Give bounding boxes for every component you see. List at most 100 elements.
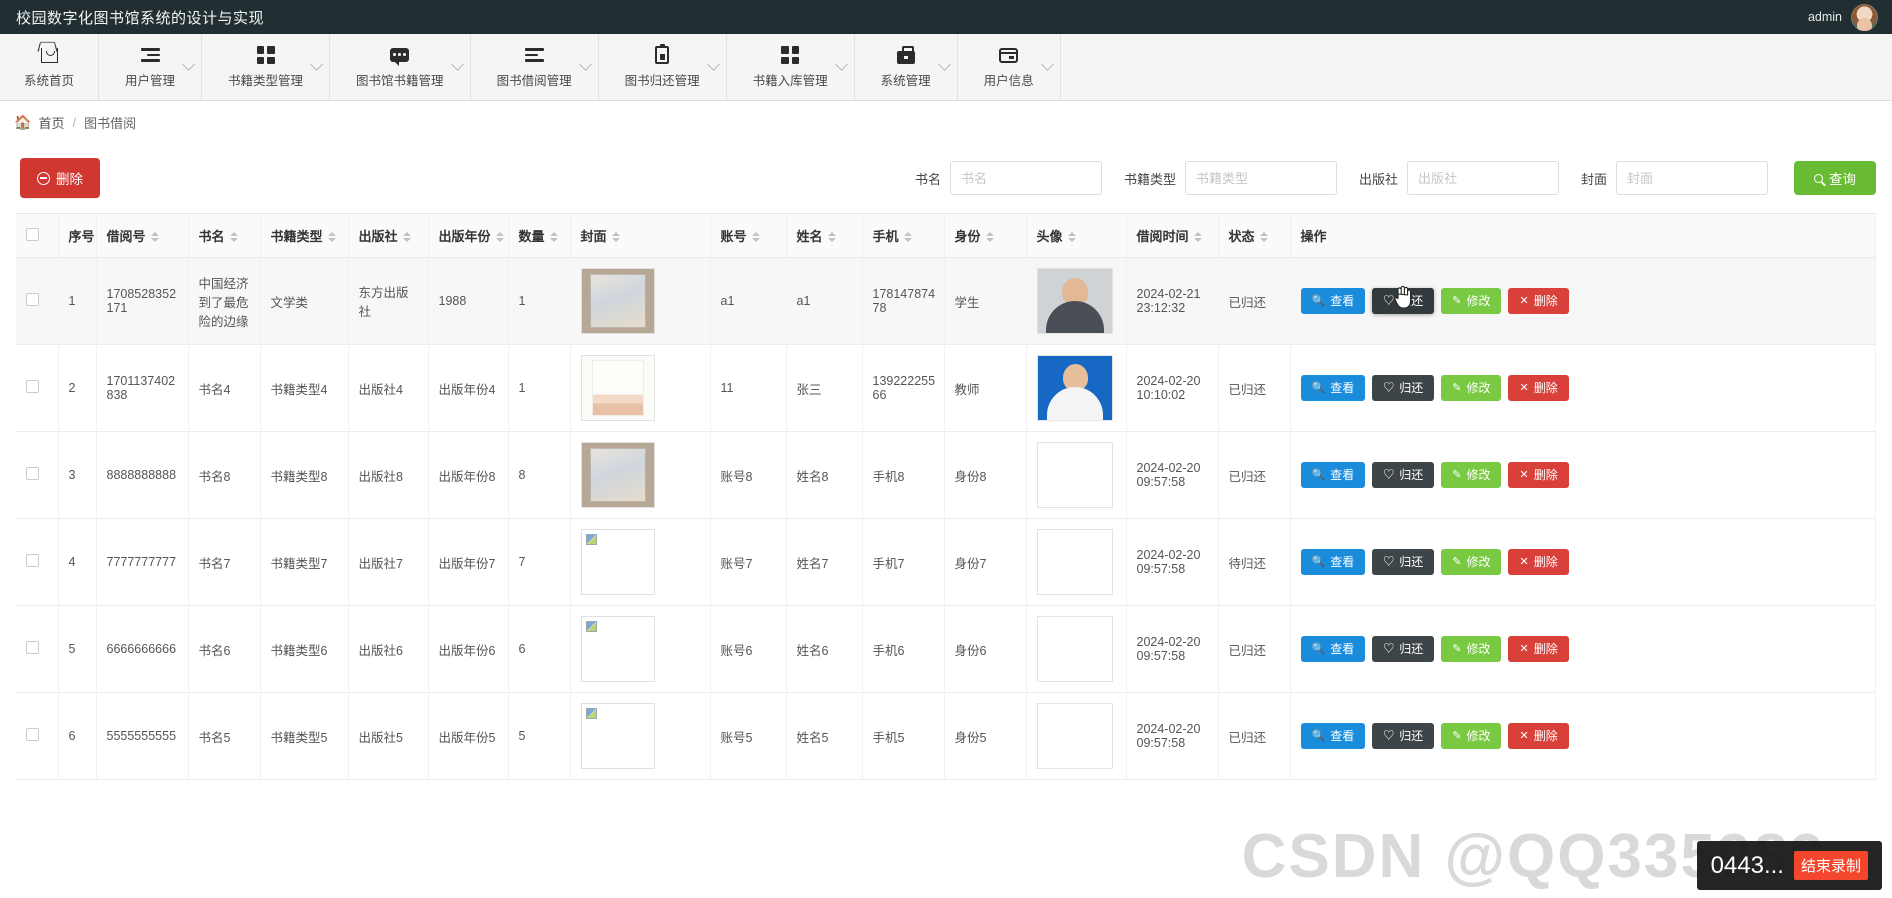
breadcrumb-home[interactable]: 首页: [38, 113, 64, 132]
bulk-delete-button[interactable]: 删除: [20, 158, 100, 198]
sort-icon[interactable]: [549, 231, 558, 242]
return-button[interactable]: ♡ 归还: [1372, 636, 1435, 662]
view-button[interactable]: 🔍 查看: [1300, 462, 1366, 488]
row-checkbox[interactable]: [26, 728, 39, 741]
edit-button[interactable]: ✎ 修改: [1441, 462, 1502, 488]
th-name[interactable]: 姓名: [786, 213, 863, 258]
cell-text: 2024-02-20 09:57:58: [1136, 461, 1201, 489]
sort-icon[interactable]: [1193, 231, 1202, 242]
book-cover-image[interactable]: [580, 703, 655, 769]
th-account[interactable]: 账号: [710, 213, 787, 258]
sort-icon[interactable]: [985, 231, 994, 242]
th-identity[interactable]: 身份: [944, 213, 1027, 258]
view-button[interactable]: 🔍 查看: [1300, 636, 1366, 662]
th-book-type[interactable]: 书籍类型: [260, 213, 349, 258]
search-label-cover: 封面: [1580, 171, 1607, 187]
view-button[interactable]: 🔍 查看: [1300, 375, 1366, 401]
delete-button[interactable]: ✕ 删除: [1508, 723, 1569, 749]
sort-icon[interactable]: [827, 231, 836, 242]
nav-item-library-book-management[interactable]: 图书馆书籍管理: [330, 34, 471, 100]
row-checkbox[interactable]: [26, 467, 39, 480]
book-cover-image[interactable]: [580, 529, 655, 595]
row-checkbox[interactable]: [26, 641, 39, 654]
return-button[interactable]: ♡ 归还: [1372, 288, 1435, 314]
nav-item-borrow-management[interactable]: 图书借阅管理: [471, 34, 599, 100]
cell-text: 2: [68, 381, 76, 395]
book-cover-image[interactable]: [580, 355, 655, 421]
delete-button[interactable]: ✕ 删除: [1508, 462, 1569, 488]
user-menu[interactable]: admin: [1808, 3, 1878, 31]
edit-button[interactable]: ✎ 修改: [1441, 723, 1502, 749]
th-portrait[interactable]: 头像: [1026, 213, 1127, 258]
delete-button[interactable]: ✕ 删除: [1508, 288, 1569, 314]
book-cover-image[interactable]: [580, 616, 655, 682]
row-checkbox[interactable]: [26, 293, 39, 306]
user-portrait-image[interactable]: [1036, 268, 1113, 334]
avatar[interactable]: [1851, 3, 1878, 31]
return-button[interactable]: ♡ 归还: [1372, 375, 1435, 401]
user-portrait-image[interactable]: [1036, 442, 1113, 508]
row-checkbox[interactable]: [26, 380, 39, 393]
edit-button[interactable]: ✎ 修改: [1441, 375, 1502, 401]
search-button[interactable]: 查询: [1794, 161, 1876, 195]
th-label: 书籍类型: [270, 229, 323, 244]
view-button[interactable]: 🔍 查看: [1300, 549, 1366, 575]
sort-icon[interactable]: [495, 231, 504, 242]
delete-button[interactable]: ✕ 删除: [1508, 549, 1569, 575]
th-status[interactable]: 状态: [1218, 213, 1291, 258]
stop-recording-button[interactable]: 结束录制: [1793, 851, 1868, 880]
sort-icon[interactable]: [611, 231, 620, 242]
edit-button[interactable]: ✎ 修改: [1441, 549, 1502, 575]
search-input-book-name[interactable]: [949, 161, 1102, 195]
nav-item-return-management[interactable]: 图书归还管理: [599, 34, 727, 100]
nav-item-stock-management[interactable]: 书籍入库管理: [727, 34, 855, 100]
th-borrow-no[interactable]: 借阅号: [96, 213, 189, 258]
select-all-checkbox[interactable]: [26, 227, 39, 241]
th-qty[interactable]: 数量: [508, 213, 571, 258]
user-portrait-image[interactable]: [1036, 529, 1113, 595]
sort-icon[interactable]: [229, 231, 238, 242]
th-year[interactable]: 出版年份: [428, 213, 509, 258]
sort-icon[interactable]: [903, 231, 912, 242]
row-checkbox[interactable]: [26, 554, 39, 567]
user-portrait-image[interactable]: [1036, 703, 1113, 769]
th-cover[interactable]: 封面: [570, 213, 711, 258]
cell-actions: 🔍 查看 ♡ 归还 ✎ 修改 ✕ 删除: [1290, 518, 1876, 606]
nav-item-book-type-management[interactable]: 书籍类型管理: [202, 34, 331, 100]
delete-button[interactable]: ✕ 删除: [1508, 636, 1569, 662]
nav-item-system-management[interactable]: 系统管理: [855, 34, 958, 100]
th-publisher[interactable]: 出版社: [348, 213, 429, 258]
th-label: 封面: [580, 229, 607, 244]
sort-icon[interactable]: [1259, 231, 1268, 242]
book-cover-image[interactable]: [580, 268, 655, 334]
sort-icon[interactable]: [402, 231, 411, 242]
return-button[interactable]: ♡ 归还: [1372, 549, 1435, 575]
return-button[interactable]: ♡ 归还: [1372, 462, 1435, 488]
nav-item-user-info[interactable]: 用户信息: [958, 34, 1061, 100]
sort-icon[interactable]: [751, 231, 760, 242]
sort-icon[interactable]: [1067, 231, 1076, 242]
app-title: 校园数字化图书馆系统的设计与实现: [16, 9, 265, 27]
search-input-book-type[interactable]: [1184, 161, 1337, 195]
user-portrait-image[interactable]: [1036, 355, 1113, 421]
sort-icon[interactable]: [327, 231, 336, 242]
th-book-name[interactable]: 书名: [188, 213, 261, 258]
th-borrow-time[interactable]: 借阅时间: [1126, 213, 1219, 258]
nav-item-home[interactable]: 系统首页: [0, 34, 100, 100]
book-cover-image[interactable]: [580, 442, 655, 508]
return-button[interactable]: ♡ 归还: [1372, 723, 1435, 749]
th-phone[interactable]: 手机: [862, 213, 945, 258]
sort-icon[interactable]: [150, 231, 159, 242]
cell-text: 手机8: [872, 469, 905, 484]
search-input-cover[interactable]: [1616, 161, 1768, 195]
cell-index: 3: [58, 431, 97, 519]
search-icon: 🔍: [1311, 729, 1326, 742]
edit-button[interactable]: ✎ 修改: [1441, 636, 1502, 662]
user-portrait-image[interactable]: [1036, 616, 1113, 682]
delete-button[interactable]: ✕ 删除: [1508, 375, 1569, 401]
nav-item-user-management[interactable]: 用户管理: [99, 34, 203, 100]
view-button[interactable]: 🔍 查看: [1300, 288, 1366, 314]
edit-button[interactable]: ✎ 修改: [1441, 288, 1502, 314]
view-button[interactable]: 🔍 查看: [1300, 723, 1366, 749]
search-input-publisher[interactable]: [1406, 161, 1559, 195]
